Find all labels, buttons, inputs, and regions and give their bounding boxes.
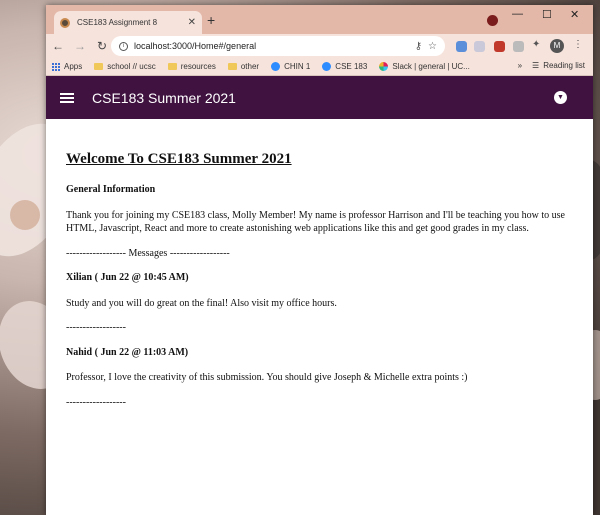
bookmark-chin1[interactable]: CHIN 1 [271, 62, 310, 71]
new-tab-button[interactable]: + [207, 12, 215, 28]
hamburger-menu-icon[interactable] [60, 92, 74, 103]
message-text: Professor, I love the creativity of this… [66, 372, 468, 384]
folder-icon [227, 63, 237, 70]
bookmark-label: Apps [64, 62, 83, 71]
tab-search-icon[interactable] [487, 15, 498, 26]
message-divider: ------------------ [66, 396, 126, 408]
tab-title: CSE183 Assignment 8 [77, 18, 158, 27]
site-info-icon[interactable]: i [119, 41, 128, 51]
intro-text: Thank you for joining my CSE183 class, M… [66, 209, 565, 235]
address-bar[interactable]: i localhost:3000/Home#/general ⚷ ☆ [111, 36, 445, 56]
slack-icon [379, 62, 389, 71]
bookmark-school[interactable]: school // ucsc [94, 62, 156, 71]
messages-divider: ------------------ Messages ------------… [66, 247, 230, 259]
profile-avatar[interactable]: M [550, 39, 564, 53]
app-dropdown-icon[interactable]: ▼ [554, 91, 567, 104]
desktop-flower-center [10, 200, 40, 230]
bookmark-label: CSE 183 [335, 62, 368, 71]
bookmark-label: other [240, 62, 260, 71]
browser-tab[interactable]: CSE183 Assignment 8 ✕ [54, 11, 202, 34]
bookmark-other[interactable]: other [227, 62, 260, 71]
bookmark-slack[interactable]: Slack | general | UC... [379, 62, 470, 71]
browser-menu-icon[interactable]: ⋮ [573, 39, 583, 50]
bookmark-label: resources [180, 62, 216, 71]
folder-icon [94, 63, 104, 70]
extension-icon[interactable] [456, 41, 467, 52]
zoom-icon [322, 62, 332, 71]
extension-icon[interactable] [513, 41, 524, 52]
reading-list-label: Reading list [543, 61, 585, 70]
back-icon[interactable]: ← [52, 39, 64, 53]
bookmarks-bar: Apps school // ucsc resources other CHIN… [46, 58, 593, 76]
bookmark-cse183[interactable]: CSE 183 [322, 62, 367, 71]
message-text: Study and you will do great on the final… [66, 297, 337, 309]
more-bookmarks-icon[interactable]: » [518, 61, 522, 70]
browser-window: CSE183 Assignment 8 ✕ + — ☐ ✕ ← → ↻ i lo… [46, 5, 593, 515]
bookmark-apps[interactable]: Apps [52, 62, 82, 71]
close-tab-icon[interactable]: ✕ [188, 17, 196, 28]
url-text[interactable]: localhost:3000/Home#/general [134, 41, 256, 51]
bookmark-label: school // ucsc [107, 62, 156, 71]
bookmark-label: CHIN 1 [284, 62, 311, 71]
reading-list-button[interactable]: ☰ Reading list [532, 61, 585, 70]
message-author: Nahid ( Jun 22 @ 11:03 AM) [66, 346, 189, 358]
close-window-icon[interactable]: ✕ [570, 8, 579, 21]
folder-icon [167, 63, 177, 70]
browser-toolbar: ← → ↻ i localhost:3000/Home#/general ⚷ ☆… [46, 34, 593, 58]
message-divider: ------------------ [66, 322, 126, 334]
maximize-icon[interactable]: ☐ [542, 8, 552, 21]
tab-favicon-icon [60, 17, 70, 28]
minimize-icon[interactable]: — [512, 8, 523, 20]
message-author: Xilian ( Jun 22 @ 10:45 AM) [66, 272, 189, 284]
bookmark-resources[interactable]: resources [167, 62, 216, 71]
page-content: Welcome To CSE183 Summer 2021 General In… [46, 119, 593, 409]
extensions-puzzle-icon[interactable]: ✦ [532, 39, 540, 50]
title-bar: CSE183 Assignment 8 ✕ + — ☐ ✕ [46, 5, 593, 34]
key-icon[interactable]: ⚷ [415, 41, 422, 52]
reload-icon[interactable]: ↻ [96, 39, 108, 53]
bookmark-star-icon[interactable]: ☆ [428, 41, 437, 52]
extension-icon[interactable] [474, 41, 485, 52]
bookmark-label: Slack | general | UC... [392, 62, 470, 71]
zoom-icon [271, 62, 281, 71]
section-title: General Information [66, 184, 156, 196]
app-bar: CSE183 Summer 2021 ▼ [46, 76, 593, 119]
apps-grid-icon [52, 62, 60, 71]
forward-icon[interactable]: → [74, 39, 86, 53]
bookmarks-right: » ☰ Reading list [518, 61, 585, 70]
reading-list-icon: ☰ [532, 61, 540, 70]
ublock-icon[interactable] [494, 41, 505, 52]
app-title: CSE183 Summer 2021 [92, 89, 236, 106]
page-heading: Welcome To CSE183 Summer 2021 [66, 151, 292, 167]
